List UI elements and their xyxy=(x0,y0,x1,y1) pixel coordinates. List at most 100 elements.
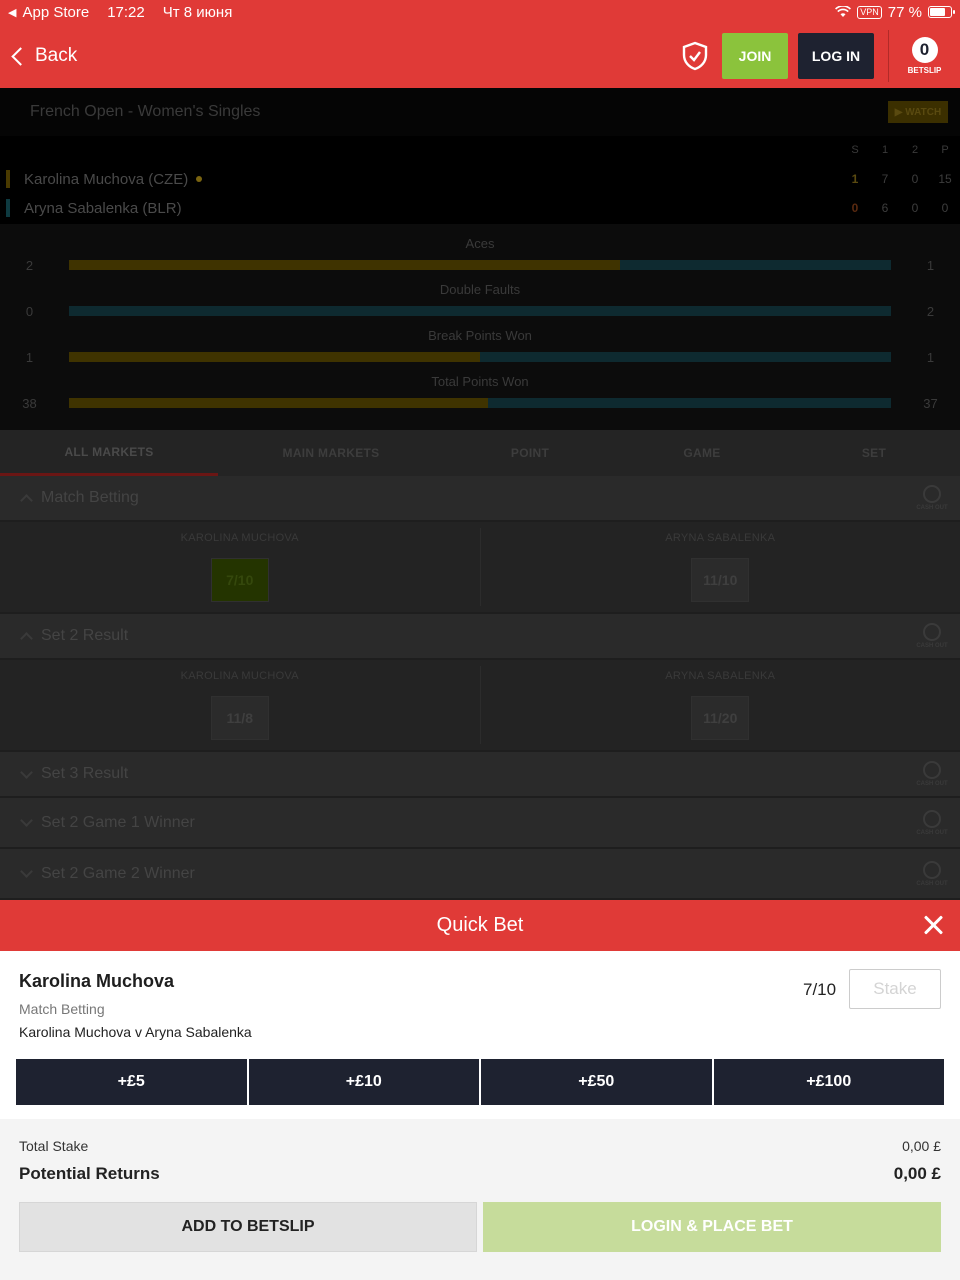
stat-left-value: 1 xyxy=(25,349,34,365)
potential-returns-label: Potential Returns xyxy=(19,1164,160,1183)
join-button[interactable]: JOIN xyxy=(722,33,788,79)
market-title: Set 2 Game 2 Winner xyxy=(41,864,195,882)
quick-bet-header: Quick Bet xyxy=(0,900,960,951)
betslip-button[interactable]: 0 BETSLIP xyxy=(888,30,960,82)
market-title: Set 3 Result xyxy=(41,765,129,782)
stat-bar xyxy=(69,352,891,362)
odds-button[interactable]: 11/8 xyxy=(210,696,269,740)
match-stats: Aces 2 1 Double Faults 0 2 Break Points Wo… xyxy=(0,224,960,430)
points-score: 0 xyxy=(941,201,949,215)
back-label: Back xyxy=(35,45,78,66)
cashout-label: CASH OUT xyxy=(916,829,948,836)
stat-title: Double Faults xyxy=(439,282,521,297)
stat-break-points: Break Points Won 1 1 xyxy=(0,328,960,366)
tab-all-markets[interactable]: ALL MARKETS xyxy=(0,430,218,476)
market-header[interactable]: Set 2 Game 2 Winner CASH OUT xyxy=(0,849,960,900)
wifi-icon xyxy=(835,6,852,17)
stat-right-value: 1 xyxy=(926,257,935,273)
quick-bet-title: Quick Bet xyxy=(436,914,524,936)
back-app-label[interactable]: App Store xyxy=(22,4,89,21)
cashout-badge: CASH OUT xyxy=(914,860,950,887)
selection-name: KAROLINA MUCHOVA xyxy=(180,670,299,682)
watch-button[interactable]: ▶ WATCH xyxy=(888,101,948,123)
tab-game[interactable]: GAME xyxy=(616,430,788,476)
quick-stake-5-button[interactable]: +£5 xyxy=(16,1059,247,1105)
stat-bar xyxy=(69,398,891,408)
chevron-up-icon xyxy=(20,631,33,645)
stat-right-value: 37 xyxy=(923,395,938,411)
chevron-down-icon xyxy=(20,814,33,827)
cashout-label: CASH OUT xyxy=(916,781,948,787)
stat-right-value: 1 xyxy=(926,349,935,365)
selection-name: ARYNA SABALENKA xyxy=(665,670,776,682)
match-title: French Open - Women's Singles xyxy=(0,88,960,136)
battery-percent: 77 % xyxy=(887,3,922,21)
sets-score: 0 xyxy=(851,201,859,215)
odds-button[interactable]: 11/10 xyxy=(691,558,750,602)
app-header: Back JOIN LOG IN 0 BETSLIP xyxy=(0,24,960,88)
selection: ARYNA SABALENKA 11/20 xyxy=(479,666,960,744)
cashout-icon xyxy=(923,623,941,641)
cashout-icon xyxy=(923,860,941,879)
cashout-icon xyxy=(923,761,941,779)
stat-bar xyxy=(69,260,891,270)
market-selections: KAROLINA MUCHOVA 7/10 ARYNA SABALENKA 11… xyxy=(0,522,960,614)
tab-main-markets[interactable]: MAIN MARKETS xyxy=(218,430,444,476)
stat-bar xyxy=(69,306,891,316)
stat-left-value: 2 xyxy=(25,257,34,273)
chevron-up-icon xyxy=(20,493,33,507)
score-columns: S 1 2 P xyxy=(840,144,960,156)
vpn-badge: VPN xyxy=(857,5,882,19)
date: Чт 8 июня xyxy=(162,3,233,21)
back-triangle-icon[interactable]: ◀ xyxy=(8,6,16,19)
back-button[interactable]: Back xyxy=(11,45,78,67)
betslip-count: 0 xyxy=(911,37,938,63)
market-header[interactable]: Set 2 Game 1 Winner CASH OUT xyxy=(0,798,960,849)
serving-indicator xyxy=(196,176,203,182)
potential-returns-value: 0,00 £ xyxy=(893,1164,941,1183)
stat-title: Aces xyxy=(465,236,495,251)
player-row: Karolina Muchova (CZE) 1 7 0 15 xyxy=(0,166,960,192)
tab-set[interactable]: SET xyxy=(788,430,960,476)
scoreboard: French Open - Women's Singles ▶ WATCH S … xyxy=(0,88,960,430)
player-color-mark xyxy=(6,199,10,217)
login-button[interactable]: LOG IN xyxy=(798,33,874,79)
login-place-bet-button[interactable]: LOGIN & PLACE BET xyxy=(483,1202,941,1252)
total-stake-value: 0,00 £ xyxy=(902,1138,941,1154)
chevron-down-icon xyxy=(20,865,33,878)
add-to-betslip-button[interactable]: ADD TO BETSLIP xyxy=(19,1202,477,1252)
quick-stake-buttons: +£5 +£10 +£50 +£100 xyxy=(16,1059,944,1105)
cashout-label: CASH OUT xyxy=(916,643,948,649)
score-col-header: 2 xyxy=(911,144,919,156)
stake-input[interactable] xyxy=(849,969,941,1009)
selection-name: Karolina Muchova xyxy=(19,971,175,991)
stat-title: Total Points Won xyxy=(431,374,529,389)
market-header[interactable]: Set 3 Result CASH OUT xyxy=(0,752,960,798)
cashout-icon xyxy=(923,485,941,503)
odds-button[interactable]: 11/20 xyxy=(691,696,750,740)
quick-bet-selection: Karolina Muchova Match Betting Karolina … xyxy=(0,951,960,1119)
score-col-header: S xyxy=(851,144,859,156)
player-row: Aryna Sabalenka (BLR) 0 6 0 0 xyxy=(0,195,960,221)
quick-stake-10-button[interactable]: +£10 xyxy=(248,1059,479,1105)
stat-left-value: 38 xyxy=(22,395,37,411)
sets-score: 1 xyxy=(851,172,859,186)
selection: ARYNA SABALENKA 11/10 xyxy=(479,528,960,606)
close-icon[interactable] xyxy=(922,914,944,936)
market-title: Match Betting xyxy=(41,489,139,506)
player-name: Karolina Muchova (CZE) xyxy=(24,170,189,188)
score-col-header: P xyxy=(941,144,949,156)
quick-stake-50-button[interactable]: +£50 xyxy=(481,1059,712,1105)
market-header[interactable]: Set 2 Result CASH OUT xyxy=(0,614,960,660)
quick-stake-100-button[interactable]: +£100 xyxy=(713,1059,944,1105)
betslip-label: BETSLIP xyxy=(907,66,942,75)
tab-point[interactable]: POINT xyxy=(444,430,616,476)
status-bar: ◀ App Store 17:22 Чт 8 июня VPN 77 % xyxy=(0,0,960,24)
battery-icon xyxy=(928,6,955,18)
cashout-label: CASH OUT xyxy=(916,505,948,511)
odds-button[interactable]: 7/10 xyxy=(210,558,269,602)
market-title: Set 2 Result xyxy=(41,627,129,644)
market-header[interactable]: Match Betting CASH OUT xyxy=(0,476,960,522)
shield-check-icon[interactable] xyxy=(682,41,708,71)
selection-name: ARYNA SABALENKA xyxy=(665,532,776,544)
